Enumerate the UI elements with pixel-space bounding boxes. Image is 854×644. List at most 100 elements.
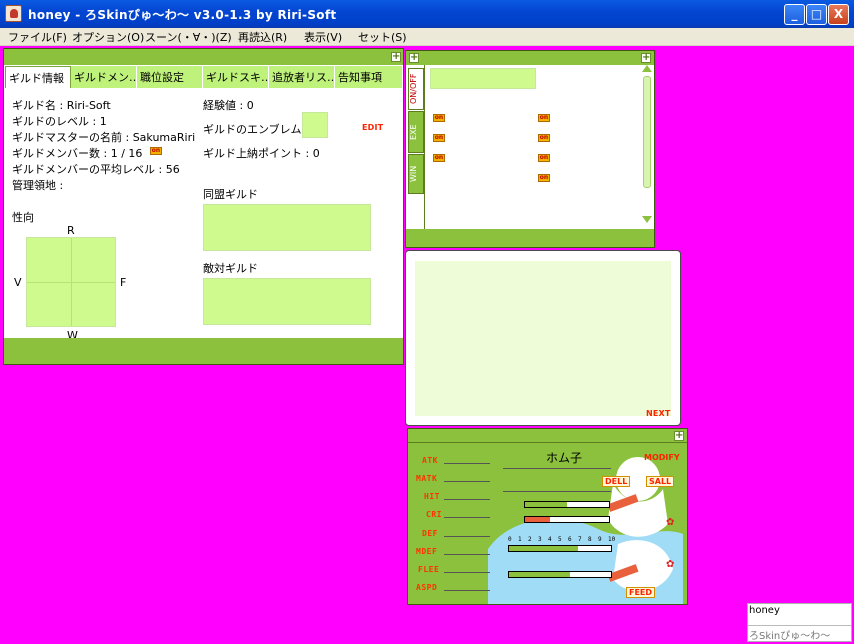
stat-aspd-value: [444, 590, 490, 591]
guild-exp: 経験値 : 0: [203, 99, 254, 112]
menu-set[interactable]: セット(S): [358, 29, 407, 45]
level-underline: [503, 491, 611, 492]
scale-tick: 4: [548, 536, 552, 543]
hp-gauge: [524, 501, 610, 508]
toggle-on-5[interactable]: on: [433, 154, 445, 162]
status-panel-header[interactable]: [408, 429, 687, 443]
taskbar-skin-name: ろSkinぴゅ～わ～: [749, 631, 831, 642]
hunger-gauge-fill: [509, 546, 579, 551]
scrollbar[interactable]: [642, 65, 653, 229]
sp-gauge-fill: [525, 517, 551, 522]
scroll-down-icon[interactable]: [642, 216, 652, 223]
tab-onoff[interactable]: ON/OFF: [408, 68, 424, 110]
stat-atk-value: [444, 463, 490, 464]
guild-points: ギルド上納ポイント : 0: [203, 147, 320, 160]
guild-window: + ギルド情報 ギルドメン… 職位設定 ギルドスキ… 追放者リス… 告知事項 ギ…: [3, 48, 404, 365]
guild-tabs: ギルド情報 ギルドメン… 職位設定 ギルドスキ… 追放者リス… 告知事項: [5, 66, 403, 88]
sall-button[interactable]: SALL: [646, 476, 675, 487]
taskbar-preview[interactable]: honey ろSkinぴゅ～わ～: [747, 603, 852, 642]
stat-flee-label: FLEE: [418, 565, 440, 574]
tab-guild-members[interactable]: ギルドメン…: [71, 66, 137, 88]
toggle-on-6[interactable]: on: [538, 154, 550, 162]
tab-exe[interactable]: EXE: [408, 111, 424, 153]
taskbar-app-name: honey: [749, 605, 780, 616]
hostile-label: 敵対ギルド: [203, 262, 258, 275]
scale-tick: 10: [608, 536, 616, 543]
axis-top-label: R: [67, 224, 75, 237]
tab-win[interactable]: WIN: [408, 154, 424, 194]
guild-window-header[interactable]: [4, 49, 403, 65]
stat-def-label: DEF: [422, 529, 438, 538]
scale-tick: 8: [588, 536, 592, 543]
plus-icon[interactable]: +: [391, 52, 401, 62]
alliance-list: [203, 204, 371, 251]
toggle-on-3[interactable]: on: [433, 134, 445, 142]
toggle-on-4[interactable]: on: [538, 134, 550, 142]
menu-reload[interactable]: 再読込(R): [238, 29, 287, 45]
scroll-up-icon[interactable]: [642, 65, 652, 72]
status-panel: + ✿ ✿ ホム子 MODIFY DELL SALL FEED ATK MATK…: [407, 428, 688, 605]
dell-button[interactable]: DELL: [602, 476, 631, 487]
plus-icon[interactable]: +: [641, 53, 651, 63]
plus-icon[interactable]: +: [674, 431, 684, 441]
scroll-thumb[interactable]: [643, 76, 651, 188]
toggle-on-2[interactable]: on: [538, 114, 550, 122]
menu-view[interactable]: 表示(V): [304, 29, 342, 45]
scale-tick: 3: [538, 536, 542, 543]
tab-guild-skills[interactable]: ギルドスキ…: [203, 66, 269, 88]
homunculus-name: ホム子: [546, 451, 583, 465]
stat-cri-label: CRI: [426, 510, 442, 519]
guild-members: ギルドメンバー数 : 1 / 16: [12, 147, 143, 160]
close-button[interactable]: X: [828, 4, 849, 25]
alignment-grid: [26, 237, 116, 327]
toggle-panel-footer: [406, 229, 654, 247]
scale-tick: 1: [518, 536, 522, 543]
axis-left-label: V: [14, 276, 22, 289]
emblem-box: [302, 112, 328, 138]
menu-soon[interactable]: スーン(・∀・)(Z): [145, 29, 232, 45]
scale-tick: 0: [508, 536, 512, 543]
scale-tick: 2: [528, 536, 532, 543]
stat-mdef-label: MDEF: [416, 547, 438, 556]
scale-tick: 7: [578, 536, 582, 543]
axis-right-label: F: [120, 276, 127, 289]
menu-file[interactable]: ファイル(F): [8, 29, 67, 45]
guild-territory: 管理領地 :: [12, 179, 64, 192]
scale-tick: 9: [598, 536, 602, 543]
tab-positions[interactable]: 職位設定: [137, 66, 203, 88]
app-icon[interactable]: [5, 5, 22, 22]
sp-gauge: [524, 516, 610, 523]
toggle-panel: + + ON/OFF EXE WIN on on on on on on on: [405, 50, 655, 248]
tab-expelled-list[interactable]: 追放者リス…: [269, 66, 335, 88]
message-panel: NEXT: [405, 250, 681, 426]
toggle-panel-header[interactable]: [406, 51, 654, 65]
menu-option[interactable]: オプション(O): [72, 29, 144, 45]
window-title: honey - ろSkinぴゅ～わ～ v3.0-1.3 by Riri-Soft: [28, 8, 337, 22]
minimize-button[interactable]: _: [784, 4, 805, 25]
menu-bar: ファイル(F) オプション(O) スーン(・∀・)(Z) 再読込(R) 表示(V…: [0, 28, 854, 46]
scale-tick: 5: [558, 536, 562, 543]
next-button[interactable]: NEXT: [646, 409, 671, 418]
modify-button[interactable]: MODIFY: [642, 453, 682, 462]
toggle-header-box: [430, 68, 536, 89]
plus-icon[interactable]: +: [409, 53, 419, 63]
tab-notice[interactable]: 告知事項: [335, 66, 403, 88]
guild-level: ギルドのレベル : 1: [12, 115, 107, 128]
edit-emblem-button[interactable]: EDIT: [362, 123, 383, 132]
stat-def-value: [444, 536, 490, 537]
toggle-on-1[interactable]: on: [433, 114, 445, 122]
svg-text:✿: ✿: [666, 517, 674, 528]
alliance-label: 同盟ギルド: [203, 188, 258, 201]
message-area: [415, 261, 671, 416]
title-bar: honey - ろSkinぴゅ～わ～ v3.0-1.3 by Riri-Soft…: [0, 0, 854, 28]
members-on-badge[interactable]: on: [150, 147, 162, 155]
intimacy-gauge-fill: [509, 572, 571, 577]
toggle-on-7[interactable]: on: [538, 174, 550, 182]
feed-button[interactable]: FEED: [626, 587, 656, 598]
stat-flee-value: [444, 572, 490, 573]
hp-gauge-fill: [525, 502, 567, 507]
tab-guild-info[interactable]: ギルド情報: [5, 66, 71, 88]
emblem-label: ギルドのエンブレム: [203, 123, 302, 136]
maximize-button[interactable]: □: [806, 4, 827, 25]
stat-matk-value: [444, 481, 490, 482]
